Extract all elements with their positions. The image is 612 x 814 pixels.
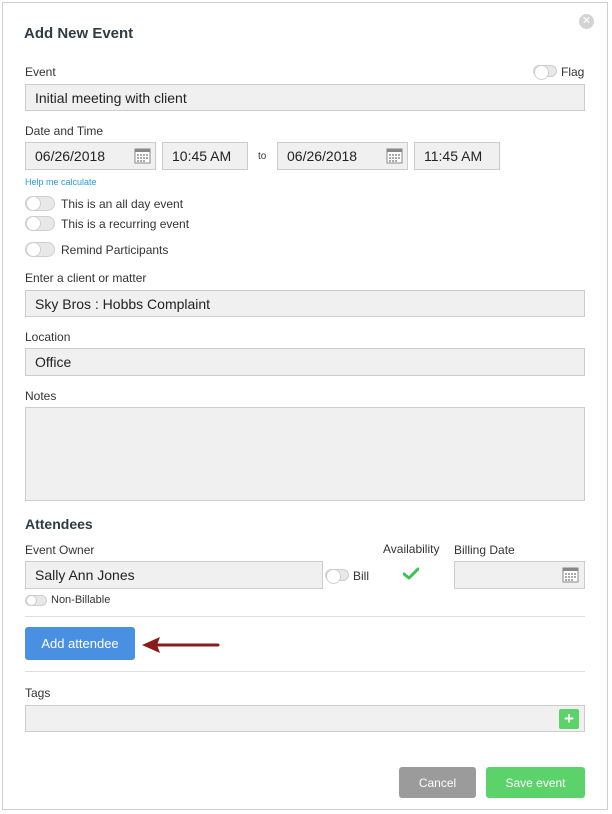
plus-icon[interactable]: + [559,709,579,729]
all-day-label: This is an all day event [61,197,184,211]
notes-textarea[interactable] [25,407,585,501]
cancel-button[interactable]: Cancel [399,767,476,798]
client-label: Enter a client or matter [25,271,147,285]
location-input[interactable]: Office [25,348,585,376]
close-icon[interactable]: ✕ [579,14,594,29]
calendar-icon[interactable] [562,566,579,583]
remind-toggle[interactable] [25,242,55,257]
check-icon [402,567,420,585]
dialog-title: Add New Event [24,25,134,42]
to-label: to [258,151,267,162]
recurring-toggle[interactable] [25,216,55,231]
availability-label: Availability [383,542,440,556]
calendar-icon[interactable] [134,147,151,164]
non-billable-toggle[interactable] [25,595,47,606]
divider [25,616,585,617]
tags-label: Tags [25,686,51,700]
start-date-value: 06/26/2018 [35,148,106,164]
bill-toggle[interactable] [325,569,349,584]
recurring-label: This is a recurring event [61,217,190,231]
end-time-input[interactable]: 11:45 AM [414,142,500,170]
non-billable-label: Non-Billable [51,594,111,606]
event-input[interactable]: Initial meeting with client [25,84,585,111]
calendar-icon[interactable] [386,147,403,164]
add-attendee-button[interactable]: Add attendee [25,627,135,660]
flag-toggle[interactable] [533,65,557,80]
arrow-icon [140,636,220,659]
divider [25,671,585,672]
date-time-label: Date and Time [25,124,104,138]
all-day-toggle[interactable] [25,196,55,211]
flag-label: Flag [561,65,585,79]
end-date-value: 06/26/2018 [287,148,358,164]
remind-label: Remind Participants [61,243,169,257]
save-event-button[interactable]: Save event [486,767,585,798]
tags-input[interactable] [25,705,585,732]
location-label: Location [25,330,71,344]
event-owner-label: Event Owner [25,543,95,557]
billing-date-label: Billing Date [454,543,515,557]
client-input[interactable]: Sky Bros : Hobbs Complaint [25,290,585,317]
event-owner-input[interactable]: Sally Ann Jones [25,561,323,589]
notes-label: Notes [25,389,57,403]
bill-label: Bill [353,569,370,583]
help-me-calculate-link[interactable]: Help me calculate [25,177,97,187]
attendees-heading: Attendees [25,516,93,532]
start-time-input[interactable]: 10:45 AM [162,142,248,170]
event-label: Event [25,65,56,79]
